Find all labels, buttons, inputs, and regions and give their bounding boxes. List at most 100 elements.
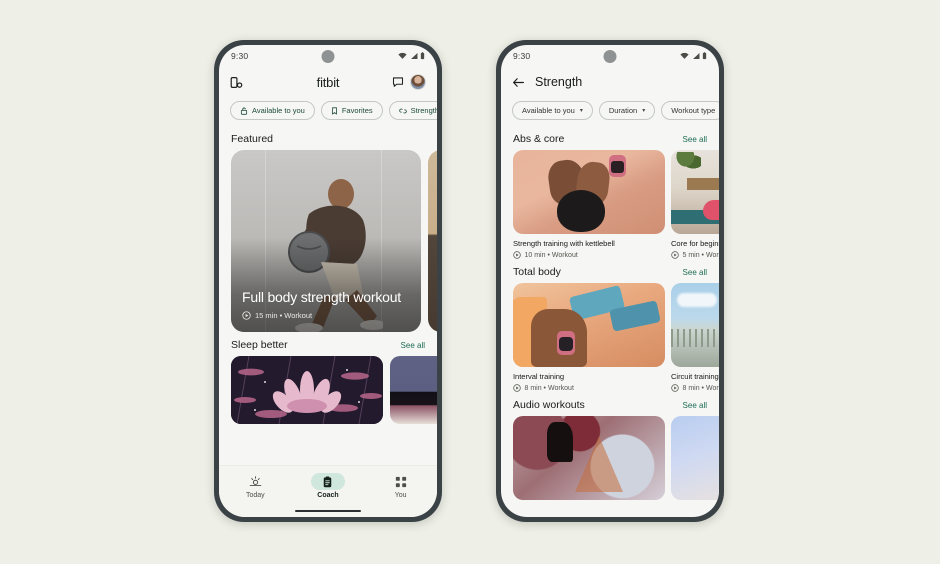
card-row-total-body[interactable]: Interval training 8 min • Workout Circui… [501, 283, 719, 392]
workout-card[interactable]: Interval training 8 min • Workout [513, 283, 665, 392]
workout-card[interactable] [671, 416, 719, 500]
chip-available-to-you[interactable]: Available to you ▾ [512, 101, 593, 120]
workout-title: Core for beginners [671, 239, 719, 248]
workout-card[interactable]: Strength training with kettlebell 10 min… [513, 150, 665, 259]
chip-label: Workout type [671, 106, 716, 115]
play-circle-icon [671, 384, 679, 392]
nav-label: You [394, 492, 407, 499]
workout-card[interactable] [513, 416, 665, 500]
play-circle-icon [242, 311, 251, 320]
home-indicator [295, 509, 361, 512]
featured-meta-text: 15 min • Workout [255, 311, 313, 320]
workout-thumbnail-audio-1 [513, 416, 665, 500]
chevron-down-icon: ▾ [579, 108, 583, 114]
play-circle-icon [513, 384, 521, 392]
sleep-card[interactable] [231, 356, 383, 424]
phone-device-left: 9:30 fitbit Available to you Favorites S… [214, 40, 442, 522]
workout-card[interactable]: Core for beginners 5 min • Workout [671, 150, 719, 259]
nav-item-coach[interactable]: Coach [302, 473, 354, 499]
featured-card-row[interactable]: Full body strength workout 15 min • Work… [219, 150, 437, 332]
chip-label: Duration [608, 106, 638, 115]
play-circle-icon [671, 251, 679, 259]
phone2-header: Strength [501, 67, 719, 97]
section-header-abs-core: Abs & core See all [501, 126, 719, 150]
avatar[interactable] [410, 74, 426, 90]
chip-duration[interactable]: Duration ▾ [598, 101, 656, 120]
chip-available-to-you[interactable]: Available to you [230, 101, 315, 120]
section-header-total-body: Total body See all [501, 259, 719, 283]
bookmark-icon [331, 106, 337, 114]
section-title: Audio workouts [513, 399, 585, 411]
workout-thumbnail-core [671, 150, 719, 234]
chip-label: Strength [410, 106, 437, 115]
battery-icon [702, 52, 707, 60]
section-title: Total body [513, 266, 561, 278]
workout-meta-text: 10 min • Workout [524, 251, 578, 259]
screenshot-stage: 9:30 fitbit Available to you Favorites S… [0, 0, 940, 564]
devices-icon[interactable] [230, 76, 243, 89]
workout-meta-text: 8 min • Workout [682, 384, 720, 392]
grid-icon [395, 476, 406, 487]
wifi-icon [680, 52, 689, 59]
strength-icon [398, 108, 407, 113]
clipboard-icon [324, 475, 332, 487]
battery-icon [420, 52, 425, 60]
sunrise-icon [249, 476, 262, 487]
chip-strength[interactable]: Strength [388, 101, 437, 120]
play-circle-icon [513, 251, 521, 259]
featured-meta: 15 min • Workout [242, 311, 410, 320]
workout-meta-text: 5 min • Workout [682, 251, 720, 259]
app-brand-title: fitbit [316, 74, 340, 90]
phone2-screen: 9:30 Strength Available to you ▾ Duratio… [501, 45, 719, 517]
workout-thumbnail-interval [513, 283, 665, 367]
card-row-audio-workouts[interactable] [501, 416, 719, 500]
lotus-illustration [231, 356, 383, 424]
see-all-link[interactable]: See all [401, 341, 425, 350]
phone1-bottom-nav: Today Coach You [219, 465, 437, 517]
chat-icon[interactable] [392, 76, 404, 88]
see-all-link[interactable]: See all [683, 135, 707, 144]
nav-label: Today [245, 492, 265, 499]
phone1-content-scroll[interactable]: Featured Full body strength workout 15 m… [219, 120, 437, 424]
nav-pill [238, 473, 272, 490]
sleep-card-peek[interactable] [390, 356, 437, 424]
front-camera-punchhole [603, 50, 617, 63]
status-time: 9:30 [513, 51, 531, 61]
chip-favorites[interactable]: Favorites [320, 101, 383, 120]
section-header-audio-workouts: Audio workouts See all [501, 392, 719, 416]
front-camera-punchhole [321, 50, 335, 63]
workout-card[interactable]: Circuit training 8 min • Workout [671, 283, 719, 392]
workout-thumbnail-audio-2 [671, 416, 719, 500]
section-title: Sleep better [231, 339, 288, 351]
arrow-left-icon[interactable] [512, 76, 525, 89]
workout-meta: 10 min • Workout [513, 251, 665, 259]
section-header-featured: Featured [219, 126, 437, 150]
phone2-filter-chips: Available to you ▾ Duration ▾ Workout ty… [501, 97, 719, 120]
see-all-link[interactable]: See all [683, 401, 707, 410]
wifi-icon [398, 52, 407, 59]
chip-label: Available to you [252, 106, 305, 115]
featured-card[interactable]: Full body strength workout 15 min • Work… [231, 150, 421, 332]
nav-pill-active [310, 473, 345, 490]
chevron-down-icon: ▾ [642, 108, 646, 114]
nav-label: Coach [317, 492, 339, 499]
phone1-filter-chips: Available to you Favorites Strength [219, 97, 437, 120]
nav-pill [384, 473, 418, 490]
workout-meta: 5 min • Workout [671, 251, 719, 259]
workout-meta-text: 8 min • Workout [524, 384, 574, 392]
section-title: Abs & core [513, 133, 565, 145]
status-icons [398, 52, 425, 60]
chip-label: Favorites [341, 106, 373, 115]
phone2-content-scroll[interactable]: Abs & core See all Strength training wit… [501, 120, 719, 500]
card-row-abs-core[interactable]: Strength training with kettlebell 10 min… [501, 150, 719, 259]
cellular-icon [410, 52, 417, 60]
nav-item-you[interactable]: You [375, 473, 427, 499]
nav-item-today[interactable]: Today [229, 473, 281, 499]
see-all-link[interactable]: See all [683, 268, 707, 277]
phone2-status-bar: 9:30 [501, 45, 719, 67]
section-header-sleep-better: Sleep better See all [219, 332, 437, 356]
featured-card-next-peek[interactable] [428, 150, 437, 332]
chip-workout-type[interactable]: Workout type [661, 101, 719, 120]
workout-thumbnail-kettlebell [513, 150, 665, 234]
sleep-card-row[interactable] [219, 356, 437, 424]
